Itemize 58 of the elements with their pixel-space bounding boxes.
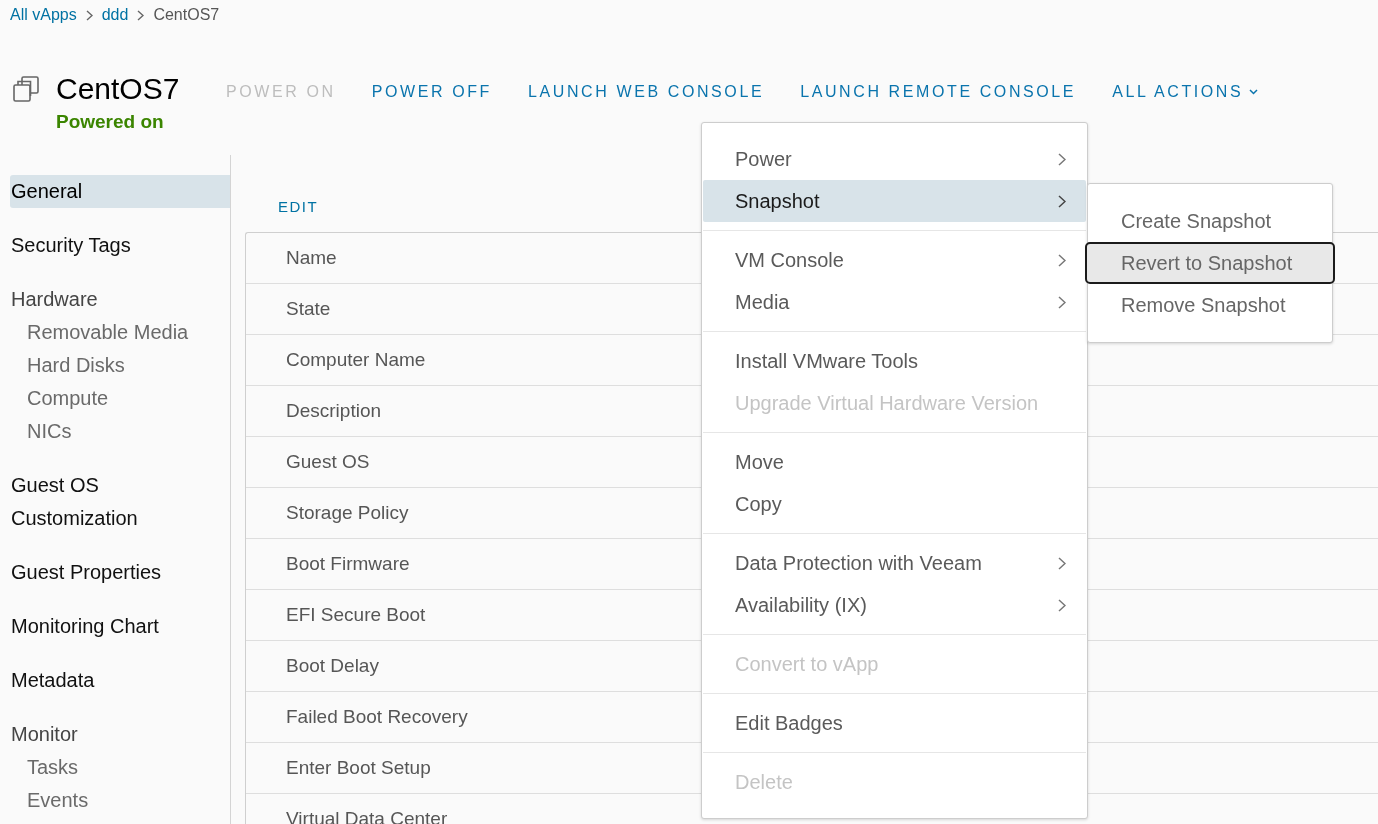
sidebar-item[interactable]: Security Tags	[10, 229, 230, 262]
chevron-right-icon	[1058, 556, 1066, 570]
chevron-right-icon	[1058, 598, 1066, 612]
property-label: Enter Boot Setup	[286, 757, 431, 779]
edit-link[interactable]: EDIT	[278, 197, 319, 217]
action-link[interactable]: LAUNCH REMOTE CONSOLE	[800, 82, 1077, 102]
menu-item[interactable]: Edit Badges	[703, 702, 1086, 744]
menu-item[interactable]: Move	[703, 441, 1086, 483]
menu-item[interactable]: Copy	[703, 483, 1086, 525]
submenu-item[interactable]: Remove Snapshot	[1088, 284, 1332, 326]
submenu-item[interactable]: Revert to Snapshot	[1085, 242, 1335, 284]
sidebar-item[interactable]: Hard Disks	[10, 349, 230, 382]
property-label: EFI Secure Boot	[286, 604, 426, 626]
chevron-right-icon	[1058, 253, 1066, 267]
submenu-item[interactable]: Create Snapshot	[1088, 200, 1332, 242]
chevron-right-icon	[1058, 152, 1066, 166]
sidebar-group-item[interactable]: Monitor	[10, 718, 230, 751]
sidebar-item[interactable]: NICs	[10, 415, 230, 448]
chevron-right-icon	[85, 9, 93, 21]
menu-item[interactable]: Media	[703, 281, 1086, 323]
chevron-right-icon	[1058, 194, 1066, 208]
sidebar-item[interactable]: Guest Properties	[10, 556, 230, 589]
menu-item[interactable]: Install VMware Tools	[703, 340, 1086, 382]
property-label: Name	[286, 247, 337, 269]
vm-title: CentOS7	[56, 72, 181, 106]
property-label: Description	[286, 400, 382, 422]
sidebar-item[interactable]: Removable Media	[10, 316, 230, 349]
sidebar-item[interactable]: Metadata	[10, 664, 230, 697]
sidebar-item[interactable]: Monitoring Chart	[10, 610, 230, 643]
sidebar-group-item[interactable]: Hardware	[10, 283, 230, 316]
menu-item[interactable]: Availability (IX)	[703, 584, 1086, 626]
property-label: Computer Name	[286, 349, 426, 371]
menu-item[interactable]: VM Console	[703, 239, 1086, 281]
sidebar-item[interactable]: Tasks	[10, 751, 230, 784]
caret-icon	[1249, 89, 1259, 95]
menu-item[interactable]: Power	[703, 138, 1086, 180]
breadcrumb-link[interactable]: All vApps	[10, 5, 77, 25]
property-label: Storage Policy	[286, 502, 409, 524]
menu-item[interactable]: Data Protection with Veeam	[703, 542, 1086, 584]
property-label: Boot Firmware	[286, 553, 410, 575]
sidebar-item[interactable]: General	[10, 175, 230, 208]
vm-icon	[12, 75, 40, 103]
action-link[interactable]: LAUNCH WEB CONSOLE	[528, 82, 765, 102]
chevron-right-icon	[1058, 295, 1066, 309]
action-link[interactable]: POWER OFF	[371, 82, 492, 102]
property-label: Failed Boot Recovery	[286, 706, 468, 728]
property-label: Boot Delay	[286, 655, 379, 677]
breadcrumb-link[interactable]: ddd	[101, 5, 129, 25]
breadcrumb-current: CentOS7	[153, 5, 220, 25]
sidebar-item[interactable]: Events	[10, 784, 230, 817]
sidebar-item[interactable]: Compute	[10, 382, 230, 415]
property-label: State	[286, 298, 331, 320]
property-label: Guest OS	[286, 451, 370, 473]
dropdown-button[interactable]: ALL ACTIONS	[1112, 82, 1259, 102]
menu-item[interactable]: Snapshot	[703, 180, 1086, 222]
chevron-right-icon	[137, 9, 145, 21]
power-status: Powered on	[56, 111, 165, 133]
sidebar-item[interactable]: Guest OS Customization	[10, 469, 230, 535]
